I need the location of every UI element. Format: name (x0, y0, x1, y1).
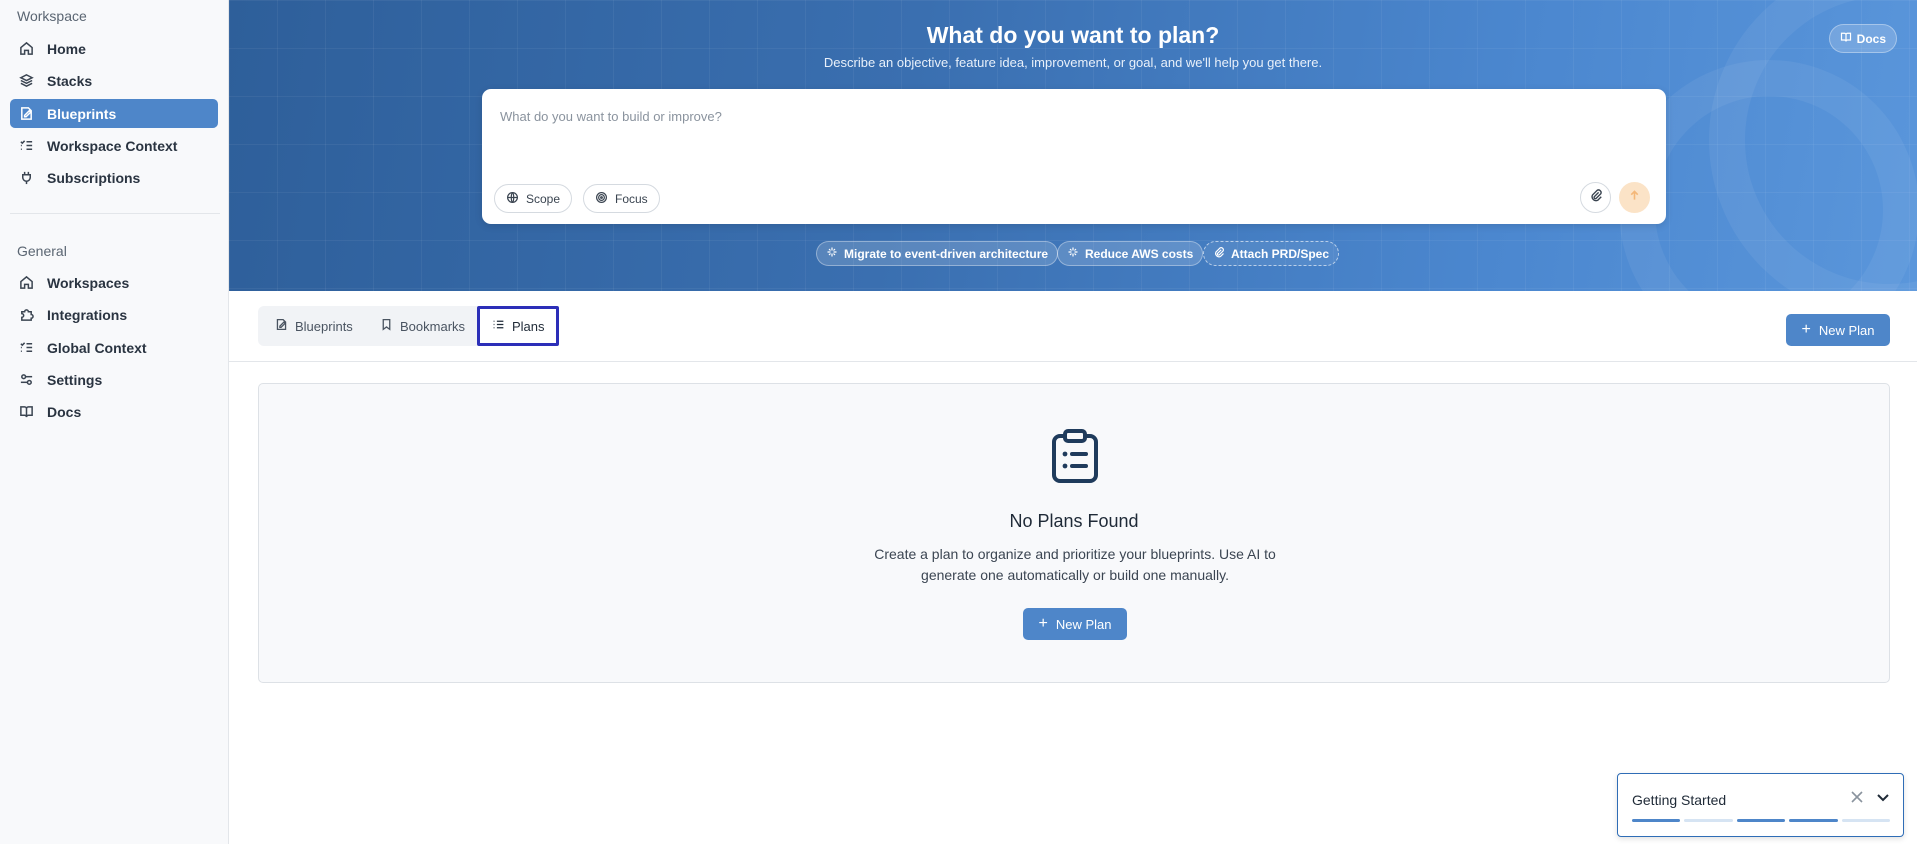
target-icon (595, 191, 608, 207)
attach-button[interactable] (1580, 182, 1611, 213)
empty-state-new-plan-button[interactable]: + New Plan (1023, 608, 1127, 640)
tab-label: Bookmarks (400, 318, 466, 334)
tab-label: Blueprints (295, 318, 353, 334)
page-title: What do you want to plan? (926, 22, 1220, 48)
puzzle-icon (17, 306, 35, 324)
progress-step (1632, 819, 1681, 822)
tab-bookmarks[interactable]: Bookmarks (372, 310, 473, 342)
sliders-icon (17, 371, 35, 389)
home-icon (17, 40, 35, 58)
sidebar-item-label: Workspaces (47, 274, 130, 291)
scope-button[interactable]: Scope (494, 184, 573, 213)
suggestion-chip[interactable]: Reduce AWS costs (1057, 241, 1204, 266)
plus-icon: + (1801, 321, 1811, 338)
attach-prd-chip[interactable]: Attach PRD/Spec (1203, 241, 1340, 266)
close-icon[interactable] (1850, 790, 1868, 808)
plus-icon: + (1038, 615, 1048, 632)
sidebar-item-label: Stacks (47, 72, 93, 89)
chevron-down-icon[interactable] (1876, 790, 1894, 808)
blueprint-icon (17, 105, 35, 123)
list-check-icon (17, 339, 35, 357)
sidebar-item-label: Workspace Context (47, 137, 178, 154)
plug-icon (17, 169, 35, 187)
home-icon (17, 274, 35, 292)
sidebar-item-label: Integrations (47, 306, 128, 323)
prompt-box: Scope Focus (482, 89, 1666, 224)
suggestion-label: Attach PRD/Spec (1231, 246, 1330, 261)
docs-button-label: Docs (1856, 31, 1886, 46)
view-tabs: Blueprints Bookmarks Plans (258, 306, 559, 346)
list-check-icon (17, 137, 35, 155)
sidebar-item-docs[interactable]: Docs (10, 397, 218, 426)
sidebar-divider (10, 213, 220, 214)
tab-blueprints[interactable]: Blueprints (267, 310, 361, 342)
bookmark-icon (380, 318, 393, 334)
progress-step (1841, 819, 1891, 822)
prompt-input[interactable] (500, 103, 1640, 129)
getting-started-panel[interactable]: Getting Started (1617, 773, 1904, 837)
getting-started-title: Getting Started (1632, 792, 1727, 808)
sidebar-item-workspace-context[interactable]: Workspace Context (10, 131, 218, 160)
sidebar-item-global-context[interactable]: Global Context (10, 333, 218, 362)
sidebar-item-label: Docs (47, 403, 82, 420)
suggestion-label: Reduce AWS costs (1085, 246, 1194, 261)
new-plan-label: New Plan (1055, 616, 1112, 632)
empty-state-title: No Plans Found (1009, 511, 1139, 531)
section-divider (229, 361, 1917, 362)
clipboard-list-icon (1052, 429, 1098, 483)
sidebar-item-label: Settings (47, 371, 103, 388)
sidebar-item-stacks[interactable]: Stacks (10, 66, 218, 95)
layers-icon (17, 72, 35, 90)
sidebar-item-label: Home (47, 40, 86, 57)
send-button[interactable] (1619, 182, 1650, 213)
focus-button[interactable]: Focus (583, 184, 660, 213)
tab-label: Plans (512, 318, 545, 334)
getting-started-progress (1632, 819, 1891, 823)
sidebar-item-integrations[interactable]: Integrations (10, 300, 218, 329)
sparkle-icon (826, 246, 838, 261)
suggestion-chip[interactable]: Migrate to event-driven architecture (816, 241, 1059, 266)
page-subtitle: Describe an objective, feature idea, imp… (823, 55, 1323, 70)
sparkle-icon (1067, 246, 1079, 261)
paperclip-icon (1589, 188, 1603, 207)
sidebar-item-subscriptions[interactable]: Subscriptions (10, 163, 218, 192)
sidebar-section-general: General (17, 243, 67, 259)
book-icon (1840, 31, 1852, 46)
hero-banner: What do you want to plan? Describe an ob… (229, 0, 1917, 291)
sidebar-item-settings[interactable]: Settings (10, 365, 218, 394)
sidebar-section-workspace: Workspace (17, 8, 87, 24)
empty-state-description: Create a plan to organize and prioritize… (874, 546, 1276, 583)
list-icon (492, 318, 505, 334)
sidebar-item-label: Subscriptions (47, 169, 141, 186)
blueprint-icon (275, 318, 288, 334)
sidebar-item-label: Blueprints (47, 105, 117, 122)
arrow-up-icon (1628, 189, 1641, 207)
progress-step (1684, 819, 1733, 822)
book-icon (17, 403, 35, 421)
tab-plans[interactable]: Plans (477, 306, 559, 346)
progress-step (1789, 819, 1838, 822)
scope-label: Scope (526, 191, 561, 206)
new-plan-button[interactable]: + New Plan (1786, 314, 1890, 346)
new-plan-label: New Plan (1818, 322, 1875, 338)
docs-button[interactable]: Docs (1828, 24, 1897, 53)
progress-step (1736, 819, 1786, 822)
suggestion-label: Migrate to event-driven architecture (844, 246, 1049, 261)
empty-state: No Plans Found Create a plan to organize… (258, 383, 1890, 683)
sidebar-item-label: Global Context (47, 339, 147, 356)
globe-icon (506, 191, 519, 207)
sidebar: Workspace Home Stacks Blueprints Workspa… (0, 0, 229, 844)
paperclip-icon (1213, 246, 1225, 261)
sidebar-item-home[interactable]: Home (10, 34, 218, 63)
sidebar-item-workspaces[interactable]: Workspaces (10, 268, 218, 297)
focus-label: Focus (615, 191, 648, 206)
sidebar-item-blueprints[interactable]: Blueprints (10, 99, 218, 128)
